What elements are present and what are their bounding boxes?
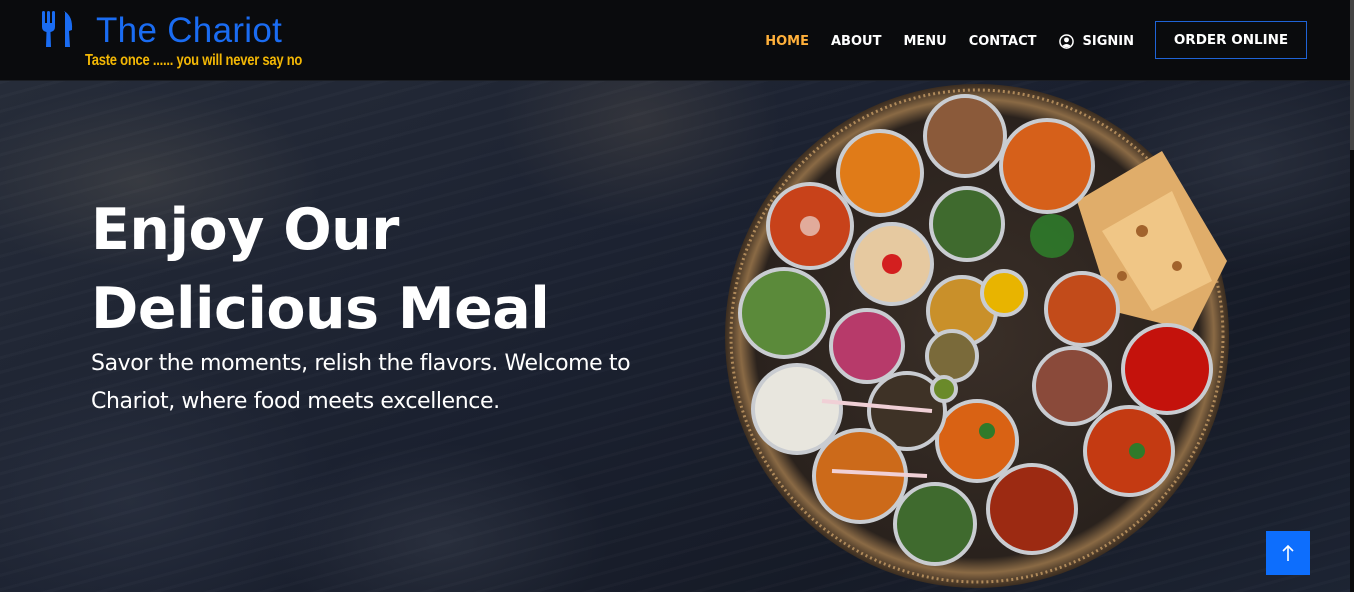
hero-title: Enjoy Our Delicious Meal	[91, 191, 651, 349]
main-nav: HOME ABOUT MENU CONTACT SIGNIN	[765, 31, 1134, 51]
scroll-to-top-button[interactable]	[1266, 531, 1310, 575]
thali-platter-image	[725, 84, 1229, 588]
site-header: The Chariot Taste once ...... you will n…	[0, 0, 1354, 81]
nav-menu[interactable]: MENU	[903, 34, 946, 49]
logo-title: The Chariot	[96, 11, 283, 50]
order-online-button[interactable]: ORDER ONLINE	[1155, 21, 1307, 59]
nav-about[interactable]: ABOUT	[831, 34, 881, 49]
utensils-icon	[42, 11, 73, 47]
page-scrollbar[interactable]	[1350, 0, 1354, 592]
scrollbar-thumb[interactable]	[1350, 0, 1354, 150]
nav-signin[interactable]: SIGNIN	[1058, 33, 1134, 49]
hero-title-line1: Enjoy Our	[91, 197, 399, 263]
arrow-up-icon	[1282, 544, 1294, 561]
hero-subtitle: Savor the moments, relish the flavors. W…	[91, 351, 631, 414]
logo-tagline: Taste once ...... you will never say no	[85, 52, 303, 69]
nav-signin-label: SIGNIN	[1082, 33, 1134, 49]
nav-home[interactable]: HOME	[765, 34, 809, 49]
hero-title-line2: Delicious Meal	[91, 276, 550, 342]
hero-section: Enjoy Our Delicious Meal Savor the momen…	[0, 81, 1354, 592]
user-circle-icon	[1058, 33, 1074, 49]
nav-contact[interactable]: CONTACT	[969, 34, 1037, 49]
